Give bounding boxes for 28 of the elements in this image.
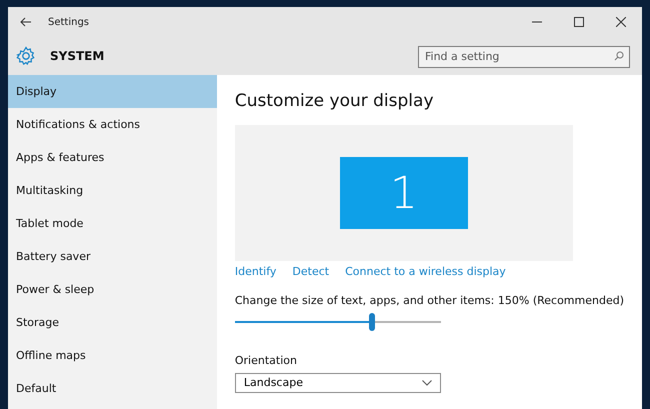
window-title: Settings — [48, 16, 90, 28]
sidebar-item[interactable]: Power & sleep — [8, 273, 217, 306]
sidebar-item[interactable]: Display — [8, 75, 217, 108]
sidebar-item[interactable]: Default — [8, 372, 217, 405]
link[interactable]: Connect to a wireless display — [345, 265, 506, 278]
sidebar-item[interactable]: Offline maps — [8, 339, 217, 372]
sidebar-item[interactable]: Apps & features — [8, 141, 217, 174]
link[interactable]: Detect — [292, 265, 330, 278]
back-arrow-icon[interactable] — [20, 17, 32, 27]
sidebar-item[interactable]: Tablet mode — [8, 207, 217, 240]
sidebar-item[interactable]: Storage — [8, 306, 217, 339]
page-header: SYSTEM — [50, 49, 106, 63]
scale-slider[interactable] — [234, 313, 441, 330]
chevron-down-icon — [422, 380, 432, 386]
link[interactable]: Identify — [234, 265, 276, 278]
sidebar-item[interactable]: Battery saver — [8, 240, 217, 273]
orientation-label: Orientation — [234, 354, 298, 367]
maximize-icon — [574, 17, 584, 27]
scale-label: Change the size of text, apps, and other items: 150% (Recommended) — [234, 294, 624, 308]
settings-icon — [16, 46, 36, 66]
sidebar-item[interactable]: Multitasking — [8, 174, 217, 207]
search-icon — [614, 51, 624, 61]
section-title: Customize your display — [234, 91, 435, 111]
slider-thumb[interactable] — [368, 313, 375, 332]
orientation-dropdown[interactable]: Landscape — [234, 372, 441, 393]
sidebar-item[interactable]: Notifications & actions — [8, 108, 217, 141]
close-icon — [616, 17, 626, 27]
search-field[interactable]: Find a setting — [418, 46, 630, 68]
